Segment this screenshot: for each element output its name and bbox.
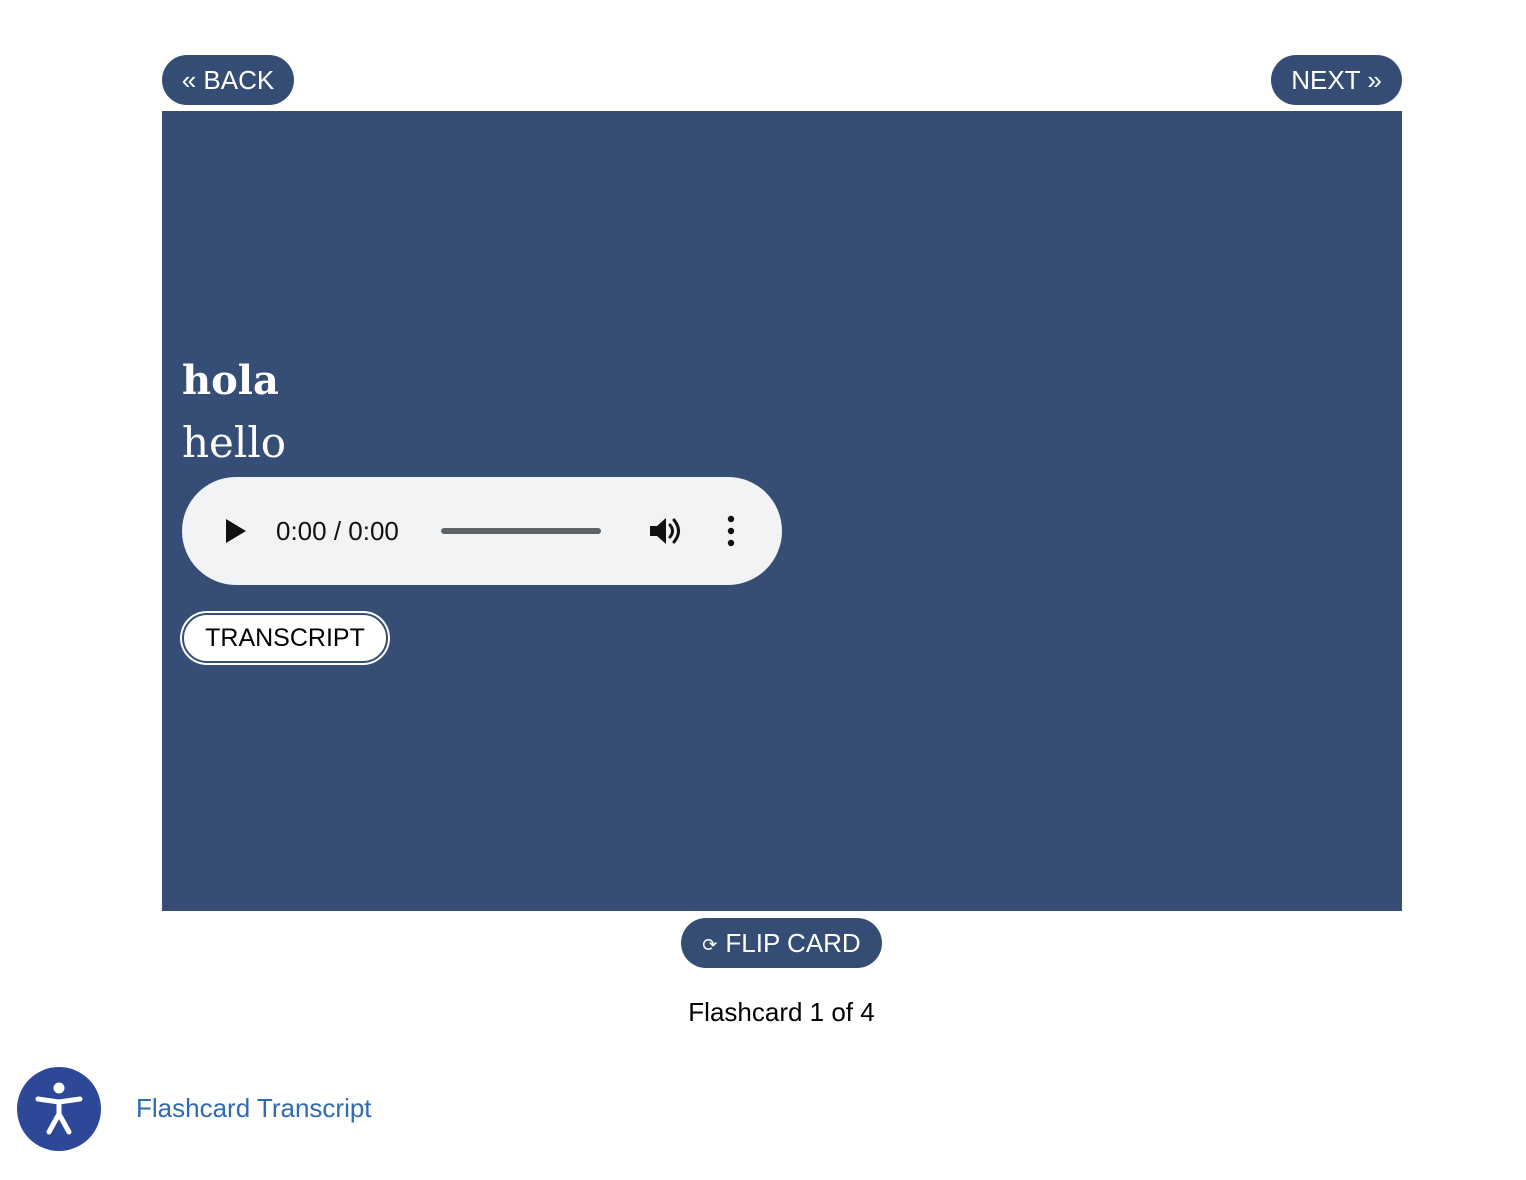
audio-progress-bar[interactable]: [441, 528, 601, 534]
audio-time-display: 0:00 / 0:00: [276, 516, 399, 546]
play-icon[interactable]: [226, 519, 246, 543]
flashcard: hola hello 0:00 / 0:00 TRANSCRIPT: [162, 111, 1402, 911]
next-button[interactable]: NEXT »: [1271, 55, 1402, 105]
flashcard-counter: Flashcard 1 of 4: [688, 997, 875, 1027]
flashcard-transcript-link[interactable]: Flashcard Transcript: [136, 1092, 372, 1124]
flip-card-label: FLIP CARD: [725, 927, 861, 958]
flip-card-button[interactable]: ⟳ FLIP CARD: [681, 918, 882, 968]
back-button[interactable]: « BACK: [162, 55, 294, 105]
flashcard-word: hola: [182, 357, 279, 404]
audio-player[interactable]: 0:00 / 0:00: [182, 477, 782, 585]
accessibility-icon: [35, 1082, 83, 1135]
flashcard-translation: hello: [182, 418, 287, 467]
more-options-icon[interactable]: [721, 515, 741, 547]
flip-icon: ⟳: [702, 934, 718, 955]
transcript-button[interactable]: TRANSCRIPT: [182, 613, 388, 663]
volume-icon[interactable]: [648, 515, 684, 547]
accessibility-button[interactable]: [17, 1067, 101, 1151]
